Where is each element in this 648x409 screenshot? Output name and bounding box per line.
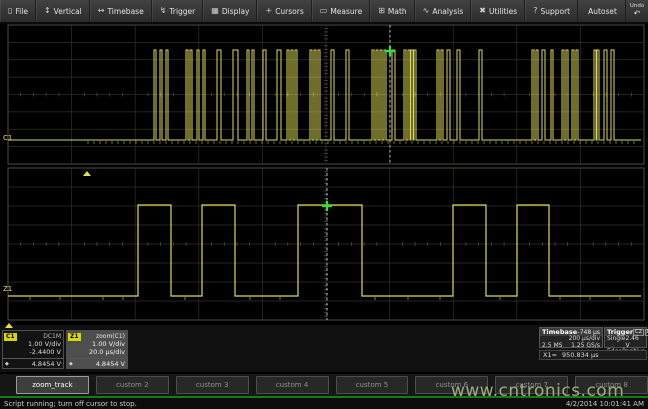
menu-item-timebase[interactable]: ↔Timebase: [90, 0, 152, 22]
menu-items: ▯File↕Vertical↔Timebase↯Trigger▦Display+…: [0, 0, 578, 22]
menu-item-analysis[interactable]: ∿Analysis: [415, 0, 472, 22]
z1-badge: Z1: [68, 333, 81, 341]
timebase-samples: 2.5 MS: [542, 343, 562, 350]
menu-item-support[interactable]: ?Support: [525, 0, 578, 22]
watermark: www.cntronics.com: [451, 381, 624, 401]
menu-item-trigger[interactable]: ↯Trigger: [152, 0, 204, 22]
menubar-right: Autoset Undo ↶: [580, 0, 648, 22]
cursor-crosshair-icon: +: [265, 7, 272, 15]
menu-item-label: Math: [388, 7, 407, 16]
info-bar: C1 DC1M 1.00 V/div -2.4400 V ◆ 4.8454 V …: [0, 325, 648, 372]
menu-item-label: Measure: [330, 7, 362, 16]
menu-item-label: Trigger: [169, 7, 195, 16]
file-icon: ▯: [8, 7, 12, 15]
c1-badge: C1: [4, 333, 17, 341]
display-grid-icon: ▦: [211, 7, 219, 15]
timebase-rate: 1.25 GS/s: [571, 343, 600, 350]
math-icon: ⊞: [378, 7, 385, 15]
zoom-descriptor-z1[interactable]: Z1 zoom(C1) 1.00 V/div 20.0 µs/div ◆ 4.8…: [66, 330, 128, 369]
measure-caliper-icon: ▭: [320, 7, 328, 15]
trigger-edge-icon: ↯: [160, 7, 167, 15]
tab-zoom_track[interactable]: zoom_track: [16, 376, 89, 394]
waveform-display: [0, 23, 648, 325]
horizontal-arrows-icon: ↔: [98, 7, 105, 15]
vertical-arrows-icon: ↕: [44, 7, 51, 15]
menu-item-label: Timebase: [107, 7, 143, 16]
c1-coupling: DC1M: [43, 333, 61, 340]
timebase-panel[interactable]: Timebase -748 µs 200 µs/div 2.5 MS 1.25 …: [539, 327, 603, 348]
tab-custom-3[interactable]: custom 3: [176, 376, 249, 394]
menu-item-display[interactable]: ▦Display: [203, 0, 257, 22]
autoset-button[interactable]: Autoset: [580, 7, 625, 16]
c1-level-value: 4.8454 V: [32, 360, 61, 368]
menu-item-label: Vertical: [54, 7, 82, 16]
cursor-readout-strip: X1= 950.834 µs: [539, 350, 647, 360]
menu-item-label: File: [15, 7, 28, 16]
menu-item-label: Support: [540, 7, 570, 16]
undo-button[interactable]: Undo ↶: [625, 0, 648, 22]
z1-level-marker-icon: ◆: [69, 361, 73, 367]
z1-source: zoom(C1): [96, 333, 125, 340]
z1-tdiv: 20.0 µs/div: [67, 349, 127, 357]
support-icon: ?: [533, 7, 537, 15]
c1-trace-label: C1: [3, 135, 12, 142]
menu-item-label: Analysis: [432, 7, 463, 16]
channel-descriptor-c1[interactable]: C1 DC1M 1.00 V/div -2.4400 V ◆ 4.8454 V: [2, 330, 64, 369]
menu-item-label: Utilities: [489, 7, 517, 16]
menu-bar: ▯File↕Vertical↔Timebase↯Trigger▦Display+…: [0, 0, 648, 24]
tab-custom-4[interactable]: custom 4: [256, 376, 329, 394]
undo-icon: ↶: [634, 10, 641, 18]
menu-item-measure[interactable]: ▭Measure: [312, 0, 370, 22]
trigger-panel[interactable]: Trigger C2 DC Single 2.46 V Edge Positiv…: [604, 327, 647, 348]
menu-item-vertical[interactable]: ↕Vertical: [36, 0, 90, 22]
menu-item-cursors[interactable]: +Cursors: [257, 0, 311, 22]
status-message: Script running; turn off cursor to stop.: [4, 400, 137, 408]
analysis-waveform-icon: ∿: [423, 7, 430, 15]
c1-sample-ticks: [88, 141, 634, 144]
z1-level-value: 4.8454 V: [96, 360, 125, 368]
menu-item-file[interactable]: ▯File: [0, 0, 36, 22]
bottom-cursor-cross-marker[interactable]: [322, 201, 332, 211]
trigger-time-marker[interactable]: [5, 323, 13, 328]
menu-item-math[interactable]: ⊞Math: [370, 0, 414, 22]
z1-trace-label: Z1: [3, 286, 12, 293]
menu-item-utilities[interactable]: ✖Utilities: [471, 0, 525, 22]
menu-item-label: Display: [222, 7, 250, 16]
x1-label: X1=: [543, 351, 557, 359]
tab-custom-2[interactable]: custom 2: [96, 376, 169, 394]
utilities-icon: ✖: [479, 7, 486, 15]
c1-offset: -2.4400 V: [3, 349, 63, 357]
x1-value: 950.834 µs: [562, 351, 598, 359]
zoom-trigger-position-marker[interactable]: [83, 171, 91, 176]
tab-custom-5[interactable]: custom 5: [336, 376, 409, 394]
oscilloscope-app: ▯File↕Vertical↔Timebase↯Trigger▦Display+…: [0, 0, 648, 409]
menu-item-label: Cursors: [275, 7, 304, 16]
c1-level-marker-icon: ◆: [5, 361, 9, 367]
